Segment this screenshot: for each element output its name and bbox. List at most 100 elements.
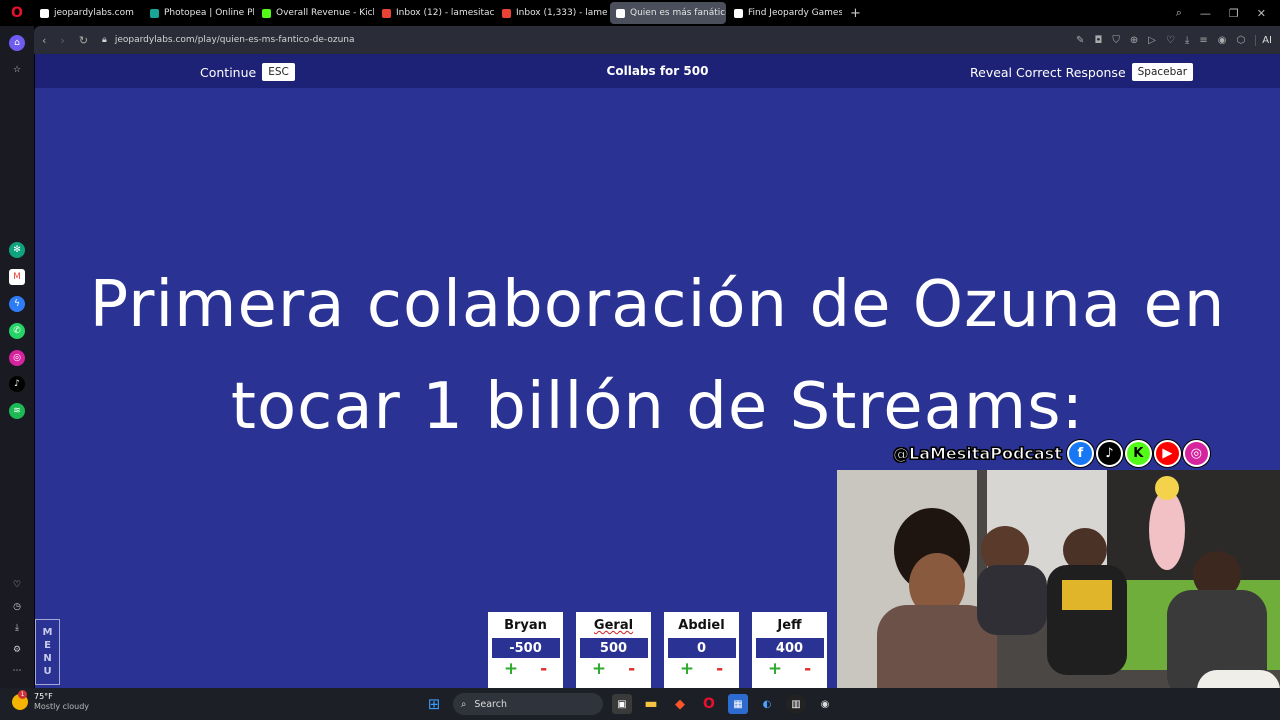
more-icon[interactable]: ⋯	[9, 663, 25, 679]
youtube-icon: ▶	[1153, 439, 1181, 467]
scoreboard: Bryan -500 + - Geral 500 + - Abdiel 0 + - J…	[488, 612, 827, 688]
brave-icon[interactable]: ◆	[670, 694, 690, 714]
menu-letter: U	[43, 666, 52, 677]
history-icon[interactable]: ◷	[9, 599, 25, 615]
player-name: Jeff	[777, 618, 802, 633]
browser-tab[interactable]: Inbox (12) - lamesitaclips@	[376, 2, 494, 24]
close-window-button[interactable]: ✕	[1257, 7, 1266, 20]
player-icon[interactable]: ▷	[1148, 35, 1156, 46]
player-name: Abdiel	[678, 618, 725, 633]
star-icon[interactable]: ☆	[9, 62, 25, 78]
edge-icon[interactable]: ◐	[757, 694, 777, 714]
webcam-scene	[837, 470, 1280, 720]
taskbar-search[interactable]: ⌕ Search	[453, 693, 603, 715]
instagram-icon[interactable]: ◎	[9, 350, 25, 366]
browser-tab[interactable]: Find Jeopardy Games Abo	[728, 2, 842, 24]
restore-button[interactable]: ❐	[1229, 7, 1239, 20]
facebook-icon: f	[1066, 439, 1094, 467]
reveal-label: Reveal Correct Response	[970, 64, 1126, 80]
gmail-icon[interactable]: M	[9, 269, 25, 285]
profile-icon[interactable]: ◉	[1218, 35, 1227, 46]
start-icon[interactable]: ⊞	[424, 694, 444, 714]
url-field[interactable]: 🔒︎ jeopardylabs.com/play/quien-es-ms-fan…	[102, 35, 354, 45]
back-icon[interactable]: ‹	[42, 34, 46, 47]
toolbar-icons: ✎ ◘ ⛉ ⊕ ▷ ♡ ⤓ ≡ ◉ ⬡ AI	[1076, 34, 1272, 46]
browser-tab-bar: O jeopardylabs.com Photopea | Online Phot…	[0, 0, 1280, 26]
menu-letter: E	[44, 640, 51, 651]
home-icon[interactable]: ⌂	[9, 35, 25, 51]
tiktok-icon[interactable]: ♪	[9, 376, 25, 392]
clue-line-1: Primera colaboración de Ozuna en	[89, 268, 1226, 342]
add-points-button[interactable]: +	[680, 659, 694, 679]
add-points-button[interactable]: +	[592, 659, 606, 679]
taskbar-apps: ⊞ ⌕ Search ▣ ▬ ◆ O ▦ ◐ ▥ ◉	[424, 693, 835, 715]
player-name: Geral	[593, 618, 634, 633]
tab-favicon-icon	[382, 8, 391, 18]
tab-label: Inbox (1,333) - lamesitapo	[516, 8, 608, 18]
browser-tab[interactable]: Quien es más fanático de	[610, 2, 726, 24]
ai-button[interactable]: AI	[1255, 34, 1272, 46]
settings-icon[interactable]: ⚙	[9, 642, 25, 658]
subtract-points-button[interactable]: -	[628, 659, 635, 679]
camera-icon[interactable]: ◘	[1094, 35, 1102, 46]
reveal-control[interactable]: Reveal Correct Response Spacebar	[970, 63, 1194, 81]
tab-favicon-icon	[262, 8, 271, 18]
extensions-icon[interactable]: ⬡	[1236, 35, 1245, 46]
player-card-abdiel: Abdiel 0 + -	[664, 612, 739, 688]
opera-icon[interactable]: O	[699, 694, 719, 714]
spotify-icon[interactable]: ≋	[9, 403, 25, 419]
tab-label: Find Jeopardy Games Abo	[748, 8, 842, 18]
browser-sidebar: ⌂ ☆ ✻ M ϟ ✆ ◎ ♪ ≋ ♡ ◷ ⤓ ⚙ ⋯	[0, 26, 34, 688]
whatsapp-icon[interactable]: ✆	[9, 323, 25, 339]
download-icon[interactable]: ⤓	[9, 620, 25, 636]
tab-label: Photopea | Online Photo E	[164, 8, 254, 18]
webcam-feed	[837, 470, 1280, 720]
app-icon[interactable]: ◉	[815, 694, 835, 714]
kick-icon: K	[1124, 439, 1152, 467]
player-name: Bryan	[504, 618, 547, 633]
file-explorer-icon[interactable]: ▬	[641, 694, 661, 714]
new-tab-button[interactable]: +	[844, 6, 867, 21]
tab-favicon-icon	[150, 8, 159, 18]
weather-widget[interactable]: 1 75°F Mostly cloudy	[12, 690, 89, 712]
tab-favicon-icon	[502, 8, 511, 18]
app-icon[interactable]: ▥	[786, 694, 806, 714]
forward-icon[interactable]: ›	[60, 34, 64, 47]
heart-icon[interactable]: ♡	[1166, 35, 1175, 46]
store-icon[interactable]: ▦	[728, 694, 748, 714]
add-points-button[interactable]: +	[504, 659, 518, 679]
game-header: Continue ESC Collabs for 500 Reveal Corr…	[35, 54, 1280, 88]
vpn-icon[interactable]: ⊕	[1130, 35, 1138, 46]
reveal-key[interactable]: Spacebar	[1131, 63, 1194, 81]
search-placeholder: Search	[474, 698, 507, 710]
windows-taskbar: 1 75°F Mostly cloudy ⊞ ⌕ Search ▣ ▬ ◆ O …	[0, 688, 1280, 720]
add-points-button[interactable]: +	[768, 659, 782, 679]
search-tabs-icon[interactable]: ⌕	[1176, 6, 1182, 20]
browser-tab[interactable]: Photopea | Online Photo E	[144, 2, 254, 24]
menu-icon[interactable]: ≡	[1199, 35, 1207, 46]
menu-letter: N	[43, 653, 52, 664]
player-score: 500	[579, 638, 648, 658]
browser-tab[interactable]: jeopardylabs.com	[34, 2, 142, 24]
edit-icon[interactable]: ✎	[1076, 35, 1084, 46]
shield-icon[interactable]: ⛉	[1112, 35, 1120, 46]
reload-icon[interactable]: ↻	[79, 34, 88, 47]
opera-logo-icon[interactable]: O	[0, 0, 34, 26]
subtract-points-button[interactable]: -	[716, 659, 723, 679]
window-controls: ⌕ — ❐ ✕	[1176, 6, 1280, 20]
tab-favicon-icon	[734, 8, 743, 18]
messenger-icon[interactable]: ϟ	[9, 296, 25, 312]
heart-icon[interactable]: ♡	[9, 577, 25, 593]
subtract-points-button[interactable]: -	[540, 659, 547, 679]
subtract-points-button[interactable]: -	[804, 659, 811, 679]
download-icon[interactable]: ⤓	[1185, 35, 1189, 46]
chatgpt-icon[interactable]: ✻	[9, 242, 25, 258]
menu-button[interactable]: M E N U	[35, 619, 60, 685]
browser-tab[interactable]: Overall Revenue - Kick De	[256, 2, 374, 24]
tiktok-icon: ♪	[1095, 439, 1123, 467]
task-view-icon[interactable]: ▣	[612, 694, 632, 714]
tab-label: Inbox (12) - lamesitaclips@	[396, 8, 494, 18]
browser-tab[interactable]: Inbox (1,333) - lamesitapo	[496, 2, 608, 24]
minimize-button[interactable]: —	[1200, 7, 1211, 20]
player-score: 400	[755, 638, 824, 658]
